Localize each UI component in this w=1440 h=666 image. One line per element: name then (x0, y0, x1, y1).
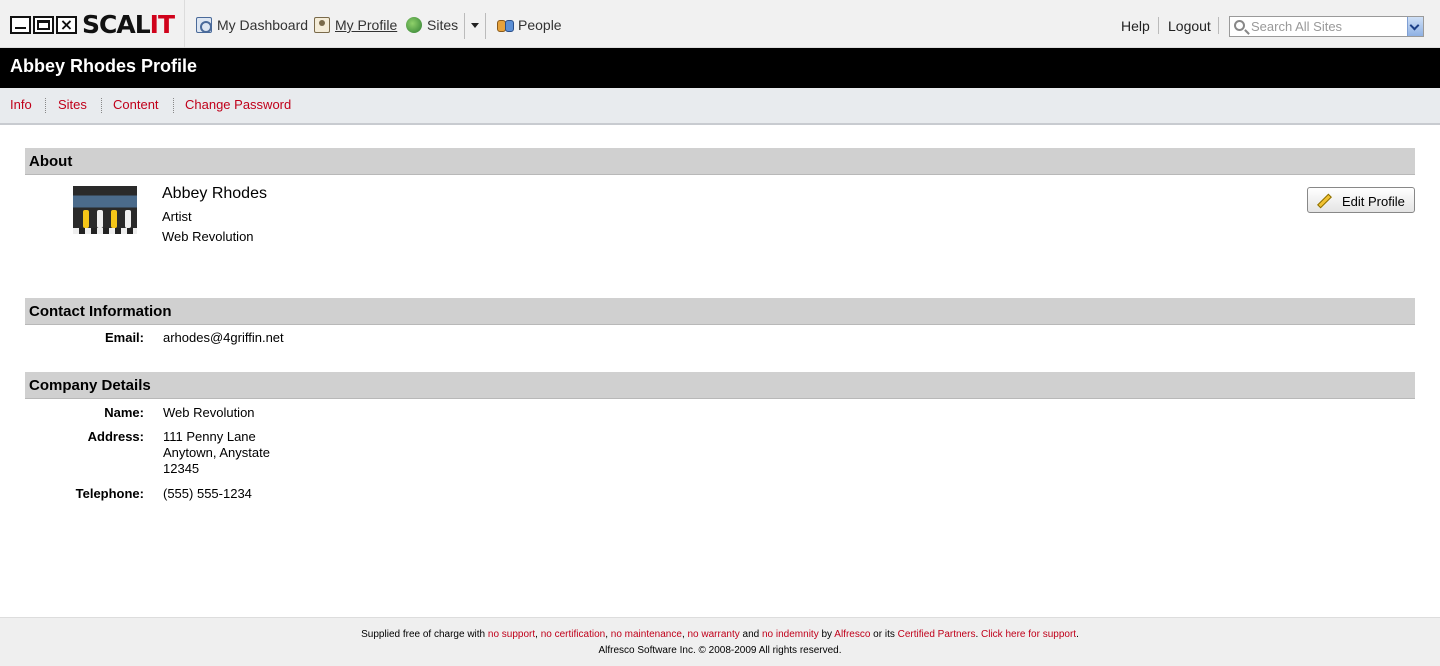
no-warranty-link[interactable]: no warranty (688, 629, 740, 640)
profile-subnav: Info Sites Content Change Password (0, 88, 1440, 125)
subnav-divider (45, 98, 46, 113)
avatar-crosswalk (73, 228, 137, 234)
nav-sites[interactable]: Sites (406, 15, 458, 35)
maximize-window-icon (33, 16, 54, 34)
profile-icon (314, 17, 330, 33)
email-value: arhodes@4griffin.net (163, 330, 284, 345)
minimize-window-icon (10, 16, 31, 34)
nav-my-profile[interactable]: My Profile (314, 15, 397, 35)
company-heading: Company Details (29, 377, 151, 394)
search-input[interactable] (1251, 18, 1406, 35)
contact-section-header: Contact Information (25, 298, 1415, 325)
company-section-header: Company Details (25, 372, 1415, 399)
profile-name: Abbey Rhodes (162, 185, 267, 202)
avatar-figure (125, 210, 131, 228)
toolbar-divider (1218, 17, 1219, 34)
page-title: Abbey Rhodes Profile (10, 56, 198, 76)
logout-link[interactable]: Logout (1168, 18, 1211, 34)
about-heading: About (29, 153, 73, 170)
address-label: Address: (87, 429, 144, 444)
no-indemnity-link[interactable]: no indemnity (762, 629, 819, 640)
brand-wordmark: SCALIT (82, 10, 175, 39)
avatar (73, 186, 137, 234)
address-line-1: 111 Penny Lane (163, 429, 256, 444)
telephone-value: (555) 555-1234 (163, 486, 252, 501)
dashboard-icon (196, 17, 212, 33)
people-icon (497, 17, 514, 33)
nav-people[interactable]: People (497, 15, 562, 35)
company-name-label: Name: (104, 405, 144, 420)
avatar-figure (83, 210, 89, 228)
search-icon (1234, 20, 1245, 31)
sites-globe-icon (406, 17, 422, 33)
search-box (1229, 16, 1424, 37)
nav-my-dashboard[interactable]: My Dashboard (196, 15, 308, 35)
no-certification-link[interactable]: no certification (541, 629, 605, 640)
footer-disclaimer: Supplied free of charge with no support,… (361, 629, 1079, 640)
avatar-figure (111, 210, 117, 228)
nav-sites-label: Sites (427, 17, 459, 33)
telephone-label: Telephone: (75, 486, 144, 501)
certified-partners-link[interactable]: Certified Partners (898, 629, 976, 640)
contact-heading: Contact Information (29, 303, 172, 320)
close-window-icon: × (56, 16, 77, 34)
tab-info[interactable]: Info (10, 97, 32, 112)
profile-job-title: Artist (162, 209, 192, 224)
nav-my-profile-label: My Profile (335, 17, 398, 33)
app-logo[interactable]: × SCALIT (10, 10, 175, 39)
top-toolbar: × SCALIT My Dashboard My Profile Sites P… (0, 0, 1440, 48)
no-support-link[interactable]: no support (488, 629, 535, 640)
company-name-value: Web Revolution (163, 405, 255, 420)
address-line-2: Anytown, Anystate (163, 445, 270, 460)
email-label: Email: (104, 330, 144, 345)
subnav-divider (173, 98, 174, 113)
logo-divider (184, 0, 185, 48)
address-line-3: 12345 (163, 461, 200, 476)
search-scope-chevron-down-icon[interactable] (1407, 17, 1423, 36)
no-maintenance-link[interactable]: no maintenance (611, 629, 682, 640)
tab-content[interactable]: Content (113, 97, 159, 112)
page-footer: Supplied free of charge with no support,… (0, 617, 1440, 666)
subnav-divider (101, 98, 102, 113)
sites-dropdown-chevron-down-icon[interactable] (464, 13, 486, 39)
alfresco-link[interactable]: Alfresco (834, 629, 870, 640)
profile-organization: Web Revolution (162, 229, 254, 244)
help-link[interactable]: Help (1121, 18, 1150, 34)
pencil-icon (1317, 193, 1332, 209)
edit-profile-label: Edit Profile (1342, 194, 1405, 209)
edit-profile-button[interactable]: Edit Profile (1307, 187, 1415, 213)
nav-my-dashboard-label: My Dashboard (217, 17, 309, 33)
page-title-bar: Abbey Rhodes Profile (0, 48, 1440, 88)
tab-sites[interactable]: Sites (58, 97, 87, 112)
avatar-figure (97, 210, 103, 228)
about-section-header: About (25, 148, 1415, 175)
support-link[interactable]: Click here for support (981, 629, 1076, 640)
toolbar-divider (1158, 17, 1159, 34)
footer-copyright: Alfresco Software Inc. © 2008-2009 All r… (598, 645, 842, 656)
tab-change-password[interactable]: Change Password (185, 97, 291, 112)
nav-people-label: People (518, 17, 562, 33)
